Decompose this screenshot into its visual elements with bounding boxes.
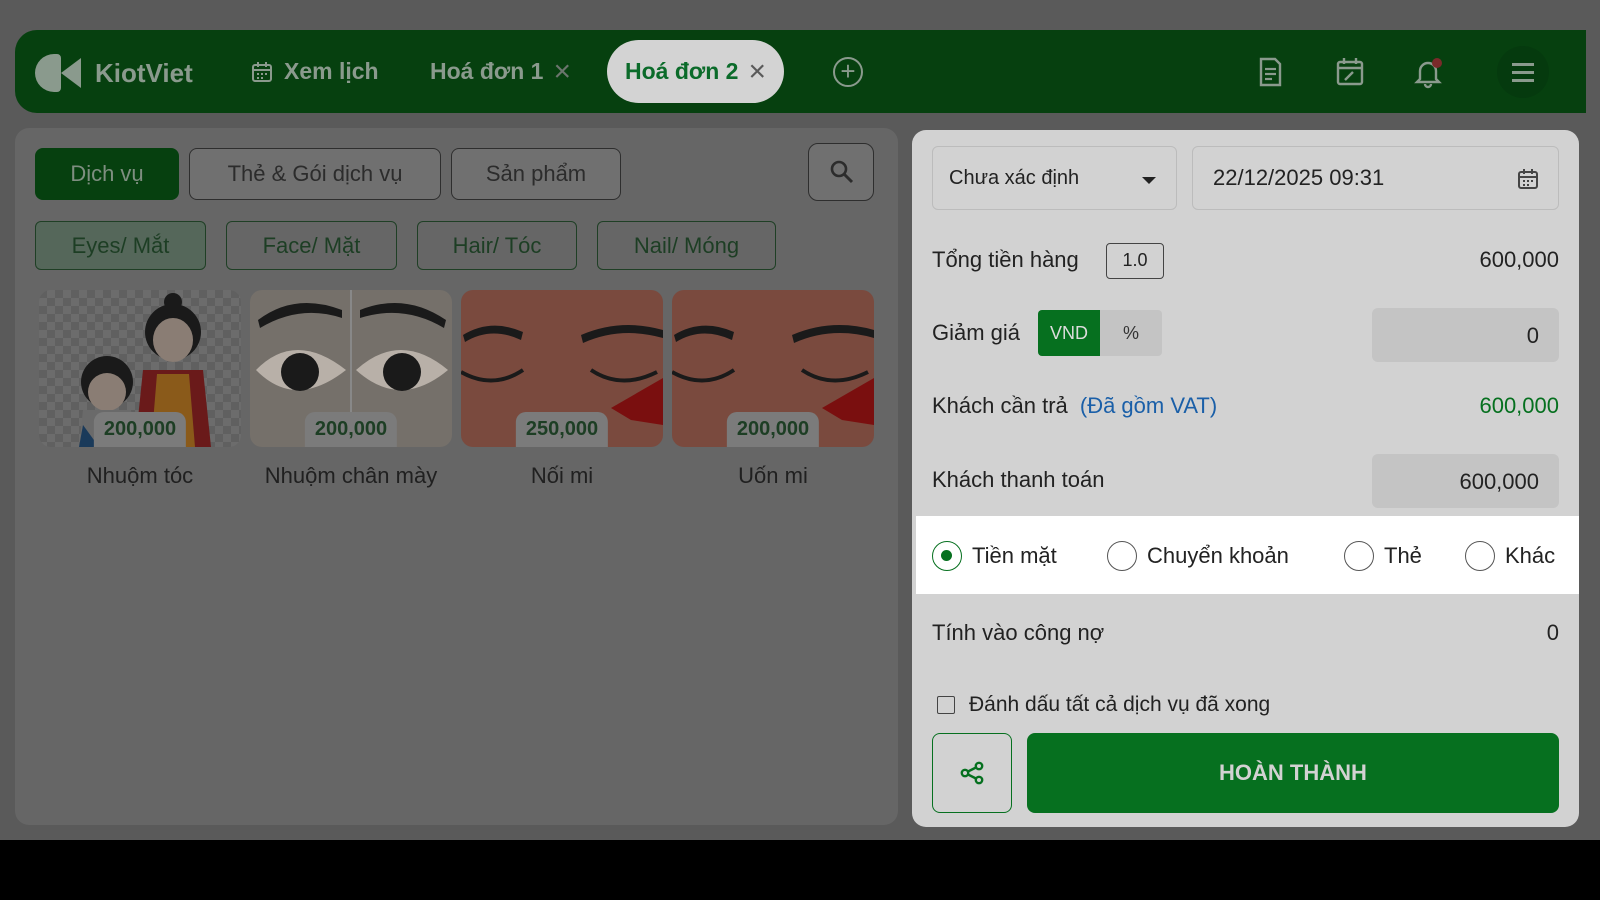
discount-input[interactable]: 0 — [1372, 308, 1559, 362]
subcategory-hair[interactable]: Hair/ Tóc — [417, 221, 577, 270]
category-label: Dịch vụ — [70, 161, 144, 186]
radio-unchecked-icon — [1465, 541, 1495, 571]
payment-method-transfer[interactable]: Chuyển khoản — [1107, 541, 1289, 571]
service-name: Nhuộm chân mày — [264, 463, 438, 488]
complete-button[interactable]: HOÀN THÀNH — [1027, 733, 1559, 813]
service-image: 250,000 — [461, 290, 663, 447]
quantity-badge: 1.0 — [1106, 243, 1164, 279]
service-price: 200,000 — [726, 412, 820, 447]
payment-method-card[interactable]: Thẻ — [1344, 541, 1422, 571]
payment-method-group: Tiền mặt Chuyển khoản Thẻ Khác — [916, 516, 1579, 594]
amount-due-text: Khách cần trả — [932, 393, 1068, 418]
add-tab-icon[interactable]: + — [833, 57, 863, 87]
payment-method-label: Tiền mặt — [972, 543, 1057, 568]
calendar-icon — [252, 61, 272, 82]
customer-paid-input[interactable]: 600,000 — [1372, 454, 1559, 508]
service-card-nhuom-chan-may[interactable]: 200,000 Nhuộm chân mày — [250, 290, 452, 489]
discount-unit-vnd[interactable]: VND — [1038, 310, 1100, 356]
search-icon — [830, 160, 854, 184]
tab-xem-lich[interactable]: Xem lịch — [250, 40, 379, 103]
top-bar: KiotViet Xem lịch Hoá đơn 1 × Hoá đơn 2 … — [15, 30, 1586, 113]
datetime-value: 22/12/2025 09:31 — [1213, 165, 1385, 190]
category-the-goi-dich-vu[interactable]: Thẻ & Gói dịch vụ — [189, 148, 441, 200]
subcategory-label: Hair/ Tóc — [452, 232, 542, 258]
close-icon[interactable]: × — [553, 56, 571, 87]
radio-unchecked-icon — [1107, 541, 1137, 571]
receipt-icon[interactable] — [1253, 55, 1287, 89]
close-icon[interactable]: × — [748, 56, 766, 87]
brand-name: KiotViet — [95, 57, 193, 88]
tab-label: Hoá đơn 1 — [430, 58, 544, 84]
tab-label: Hoá đơn 2 — [625, 58, 739, 84]
service-image: 200,000 — [672, 290, 874, 447]
debt-value: 0 — [1546, 620, 1559, 645]
search-button[interactable] — [808, 143, 874, 201]
checkbox-unchecked-icon — [937, 696, 955, 714]
brand-logo: KiotViet — [35, 54, 193, 92]
service-image: 200,000 — [250, 290, 452, 447]
service-price: 200,000 — [93, 412, 187, 447]
service-card-noi-mi[interactable]: 250,000 Nối mi — [461, 290, 663, 489]
payment-panel: Chưa xác định 22/12/2025 09:31 Tổng tiền… — [912, 130, 1579, 827]
payment-method-label: Thẻ — [1384, 543, 1422, 568]
service-card-nhuom-toc[interactable]: 200,000 Nhuộm tóc — [39, 290, 241, 489]
tab-hoa-don-2[interactable]: Hoá đơn 2 × — [607, 40, 785, 103]
payment-method-other[interactable]: Khác — [1465, 541, 1555, 571]
tab-hoa-don-1[interactable]: Hoá đơn 1 × — [430, 40, 571, 103]
bell-icon[interactable] — [1411, 55, 1445, 89]
category-san-pham[interactable]: Sản phẩm — [451, 148, 621, 200]
calendar-edit-icon[interactable] — [1333, 55, 1367, 89]
payment-method-label: Chuyển khoản — [1147, 543, 1289, 568]
debt-label: Tính vào công nợ — [932, 620, 1105, 645]
service-image: 200,000 — [39, 290, 241, 447]
customer-select[interactable]: Chưa xác định — [932, 146, 1177, 210]
customer-paid-label: Khách thanh toán — [932, 467, 1105, 492]
service-price: 200,000 — [304, 412, 398, 447]
menu-icon[interactable] — [1497, 46, 1549, 98]
category-label: Thẻ & Gói dịch vụ — [227, 161, 403, 186]
category-label: Sản phẩm — [485, 161, 587, 186]
kiotviet-logo-icon — [35, 54, 81, 92]
total-label: Tổng tiền hàng — [932, 247, 1079, 272]
subcategory-label: Eyes/ Mắt — [71, 232, 170, 258]
category-dich-vu[interactable]: Dịch vụ — [35, 148, 179, 200]
discount-unit-percent[interactable]: % — [1100, 310, 1162, 356]
subcategory-eyes[interactable]: Eyes/ Mắt — [35, 221, 206, 270]
tab-label: Xem lịch — [284, 58, 379, 84]
vat-note: (Đã gồm VAT) — [1079, 393, 1218, 418]
service-name: Uốn mi — [738, 463, 808, 488]
amount-due-label: Khách cần trả (Đã gồm VAT) — [932, 393, 1217, 419]
mark-all-done-checkbox[interactable]: Đánh dấu tất cả dịch vụ đã xong — [937, 693, 1270, 717]
subcategory-label: Face/ Mặt — [262, 232, 361, 258]
subcategory-label: Nail/ Móng — [633, 232, 740, 258]
discount-label: Giảm giá — [932, 320, 1021, 345]
radio-unchecked-icon — [1344, 541, 1374, 571]
caret-down-icon — [1142, 177, 1156, 184]
payment-method-label: Khác — [1505, 543, 1556, 568]
amount-due-value: 600,000 — [1479, 393, 1559, 418]
service-card-uon-mi[interactable]: 200,000 Uốn mi — [672, 290, 874, 489]
bottom-bar — [0, 840, 1600, 900]
service-name: Nhuộm tóc — [86, 463, 194, 488]
subcategory-face[interactable]: Face/ Mặt — [226, 221, 397, 270]
payment-method-cash[interactable]: Tiền mặt — [932, 541, 1057, 571]
radio-checked-icon — [932, 541, 962, 571]
mark-all-done-label: Đánh dấu tất cả dịch vụ đã xong — [969, 693, 1271, 716]
datetime-field[interactable]: 22/12/2025 09:31 — [1192, 146, 1559, 210]
customer-select-value: Chưa xác định — [949, 167, 1080, 189]
calendar-icon — [1518, 169, 1538, 189]
share-button[interactable] — [932, 733, 1012, 813]
subcategory-nail[interactable]: Nail/ Móng — [597, 221, 776, 270]
service-price: 250,000 — [515, 412, 609, 447]
service-name: Nối mi — [530, 463, 594, 488]
share-icon — [960, 761, 984, 785]
discount-unit-toggle: VND % — [1038, 310, 1162, 356]
total-value: 600,000 — [1479, 247, 1559, 272]
